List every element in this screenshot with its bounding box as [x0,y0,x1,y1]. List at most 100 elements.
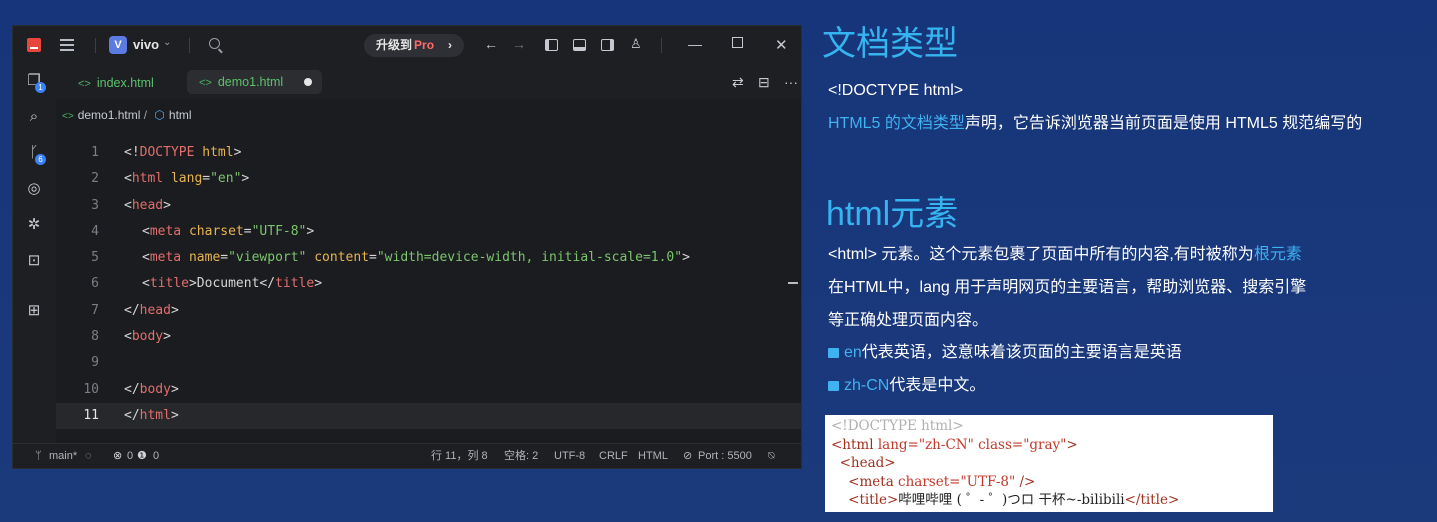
port-icon: ⊘ [683,450,693,462]
cursor-position[interactable]: 行 11，列 8 [431,444,488,468]
code-line[interactable]: 5 <meta name="viewport" content="width=de… [56,245,801,271]
search-icon[interactable] [209,38,220,49]
account-icon[interactable]: ♙ [630,36,642,52]
html-file-icon: <> [78,78,91,90]
sync-icon[interactable]: ◌ [85,444,92,468]
tab-demo1-html[interactable]: <> demo1.html [187,70,322,94]
code-text: </head> [124,302,179,318]
line-number: 11 [83,407,99,423]
toggle-panel-icon[interactable] [573,39,586,51]
bug-icon[interactable]: ✲ [25,216,43,234]
notifications-icon[interactable]: ⍉ [768,444,775,468]
language-mode[interactable]: HTML [638,444,668,468]
live-server-port[interactable]: Port : 5500 [698,444,752,468]
tab-index-html[interactable]: <> index.html [66,70,166,96]
html-file-icon: <> [199,77,212,89]
more-actions-icon[interactable]: ··· [784,74,798,90]
toggle-secondary-sidebar-icon[interactable] [601,39,614,51]
line-number: 6 [91,276,99,292]
unsaved-dot-icon[interactable] [304,78,312,86]
extensions-icon[interactable]: ⊞ [25,302,43,320]
divider [661,38,662,53]
line-ending[interactable]: CRLF [599,444,628,468]
divider [189,38,190,53]
remote-monitor-icon[interactable]: ⊡ [25,252,43,270]
line-number: 1 [91,145,99,160]
breadcrumb-node[interactable]: html [169,108,192,122]
explorer-badge: 1 [35,82,46,93]
code-text: <html lang="en"> [124,171,250,187]
breadcrumb-separator: / [143,108,148,122]
close-icon[interactable]: ✕ [775,36,788,54]
breadcrumb: <> demo1.html / ⬡ html [62,108,192,122]
code-text: <body> [124,329,171,345]
html-element-heading: html元素 [826,195,959,233]
activity-bar: ❐ 1 ⌕ ᚴ 6 ◎ ✲ ⊡ ⊞ [13,64,56,444]
error-count[interactable]: 0 [127,444,133,468]
compare-changes-icon[interactable]: ⇄ [732,74,744,91]
indentation[interactable]: 空格: 2 [504,444,538,468]
line-number: 3 [91,197,99,213]
code-line[interactable]: 2 <html lang="en"> [56,166,801,192]
app-logo-icon [27,38,41,52]
line-number: 7 [91,302,99,318]
project-avatar[interactable]: V [109,36,127,54]
code-text: </html> [124,407,179,423]
back-arrow-icon[interactable]: ← [484,36,498,52]
line-number: 9 [91,355,99,371]
code-text: </body> [124,381,179,397]
code-editor[interactable]: 1 <!DOCTYPE html> 2 <html lang="en"> 3 <hea… [56,140,801,430]
code-line[interactable]: 7 </head> [56,298,801,324]
source-control-badge: 6 [35,154,46,165]
toggle-sidebar-icon[interactable] [545,39,558,51]
line-number: 5 [91,250,99,266]
branch-name[interactable]: main* [49,444,77,468]
code-line[interactable]: 1 <!DOCTYPE html> [56,140,801,166]
upgrade-label: 升级到 [376,38,413,52]
breadcrumb-file[interactable]: demo1.html [78,108,141,122]
bullet-icon [828,348,839,358]
code-line[interactable]: 3 <head> [56,193,801,219]
upgrade-pro-button[interactable]: 升级到 Pro › [364,34,464,57]
search-icon[interactable]: ⌕ [25,108,43,126]
code-line[interactable]: 8 <body> [56,324,801,350]
code-text: <title>Document</title> [142,276,323,292]
code-text: <meta charset="UTF-8"> [142,223,315,239]
warning-icon: ❶ [137,450,147,462]
warning-count[interactable]: 0 [153,444,159,468]
maximize-icon[interactable] [732,37,743,48]
doctype-description: HTML5 的文档类型声明，它告诉浏览器当前页面是使用 HTML5 规范编写的 [828,115,1363,132]
code-line-active[interactable]: 11 </html> [56,402,801,430]
line-number: 2 [91,171,99,187]
split-editor-icon[interactable]: ⊟ [758,74,770,91]
doctype-heading: 文档类型 [822,25,958,63]
tab-bar: <> index.html <> demo1.html ⇄ ⊟ ··· [56,64,801,98]
encoding[interactable]: UTF-8 [554,444,585,468]
scrollbar-marker[interactable] [788,282,798,284]
code-line[interactable]: 9 [56,350,801,376]
code-text: <meta name="viewport" content="width=dev… [142,250,690,266]
editor-window: V vivo ⌄ 升级到 Pro › ← → ♙ — ✕ ❐ 1 ⌕ ᚴ 6 ◎ ✲… [12,25,802,469]
chevron-right-icon: › [448,38,452,52]
code-snippet-image: <!DOCTYPE html> <html lang="zh-CN" class… [825,415,1273,512]
menu-icon[interactable] [60,39,74,53]
tab-label: demo1.html [217,75,284,89]
code-line[interactable]: 6 <title>Document</title> [56,271,801,297]
chevron-down-icon[interactable]: ⌄ [163,37,171,48]
code-line[interactable]: 4 <meta charset="UTF-8"> [56,219,801,245]
forward-arrow-icon[interactable]: → [512,36,526,52]
branch-icon[interactable]: ᛘ [35,444,42,468]
minimize-icon[interactable]: — [688,36,702,52]
divider [95,38,96,53]
tab-label: index.html [96,76,154,90]
html-description-line2: 在HTML中，lang 用于声明网页的主要语言，帮助浏览器、搜索引擎 [828,279,1307,296]
line-number: 4 [91,223,99,239]
editor-area: <> index.html <> demo1.html ⇄ ⊟ ··· <> demo… [56,64,801,445]
code-line[interactable]: 10 </body> [56,377,801,403]
run-debug-icon[interactable]: ◎ [25,180,43,198]
project-name[interactable]: vivo [133,37,159,52]
line-number: 10 [83,381,99,397]
code-text: <head> [124,197,171,213]
title-bar: V vivo ⌄ 升级到 Pro › ← → ♙ — ✕ [13,26,801,64]
html-file-icon: <> [62,111,74,122]
